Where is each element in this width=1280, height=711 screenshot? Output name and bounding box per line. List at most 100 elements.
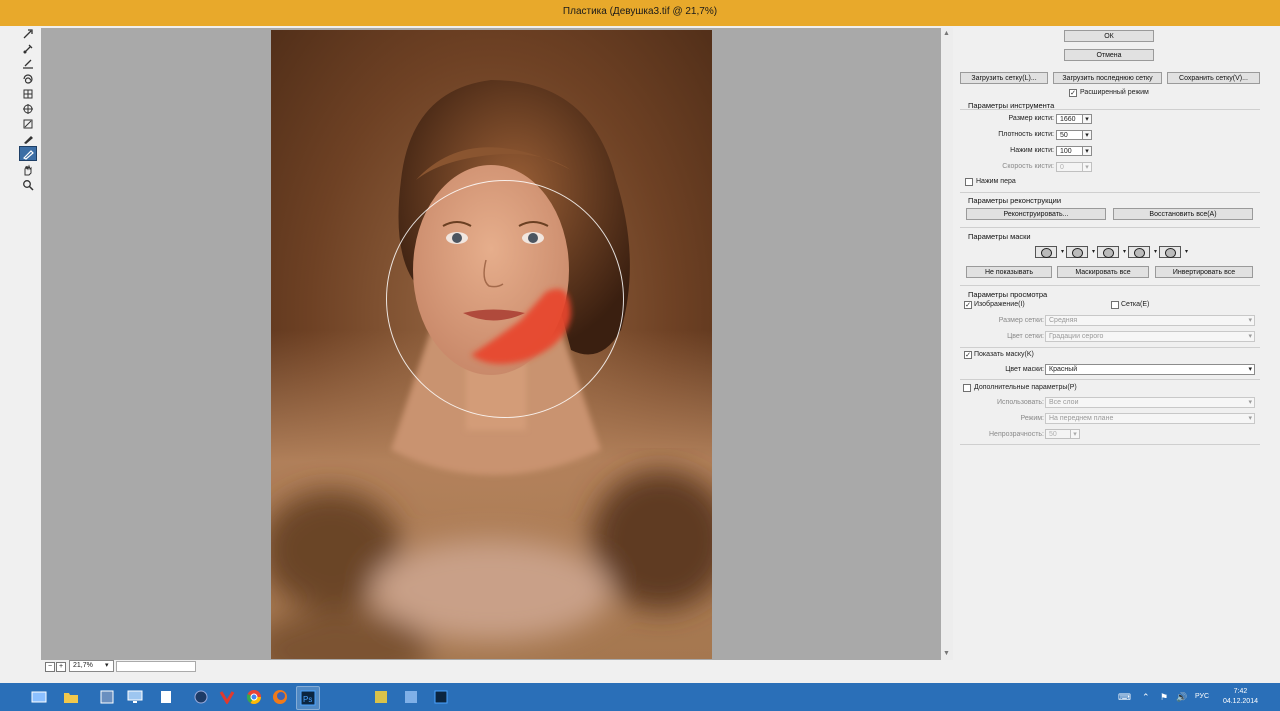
- stylus-pressure-checkbox[interactable]: [965, 178, 973, 186]
- chrome-icon[interactable]: [243, 686, 265, 708]
- brush-pressure-dropdown-icon[interactable]: ▾: [1082, 146, 1092, 156]
- backdrop-opacity-dropdown-icon[interactable]: ▾: [1070, 429, 1080, 439]
- forward-warp-tool-icon[interactable]: [19, 26, 37, 41]
- flag-icon[interactable]: ⚑: [1160, 692, 1168, 703]
- restore-all-button[interactable]: Восстановить все(A): [1113, 208, 1253, 220]
- zoom-out-button[interactable]: −: [45, 662, 55, 672]
- pinned-photoshop-icon[interactable]: [430, 686, 452, 708]
- advanced-mode-checkbox[interactable]: ✓: [1069, 89, 1077, 97]
- window-titlebar: Пластика (Девушка3.tif @ 21,7%): [0, 0, 1280, 27]
- twirl-clockwise-tool-icon[interactable]: [19, 71, 37, 86]
- monitor-app-icon[interactable]: [124, 686, 146, 708]
- volume-icon[interactable]: 🔊: [1176, 692, 1187, 703]
- brush-pressure-field[interactable]: 100: [1056, 146, 1084, 156]
- brush-size-field[interactable]: 1660: [1056, 114, 1084, 124]
- replace-selection-icon[interactable]: ▾: [1035, 246, 1064, 258]
- network-app-icon[interactable]: [96, 686, 118, 708]
- window-title: Пластика (Девушка3.tif @ 21,7%): [562, 6, 718, 17]
- brush-density-field[interactable]: 50: [1056, 130, 1084, 140]
- save-mesh-button[interactable]: Сохранить сетку(V)...: [1167, 72, 1260, 84]
- hand-tool-icon[interactable]: [19, 162, 37, 177]
- show-image-checkbox[interactable]: ✓: [964, 301, 972, 309]
- zoom-tool-icon[interactable]: [19, 177, 37, 192]
- language-indicator[interactable]: РУС: [1195, 693, 1209, 700]
- add-to-selection-icon[interactable]: ▾: [1066, 246, 1095, 258]
- tray-expand-icon[interactable]: ⌃: [1142, 692, 1150, 703]
- divider: [960, 379, 1260, 380]
- keyboard-icon[interactable]: ⌨: [1118, 692, 1131, 703]
- mesh-size-select[interactable]: Средняя ▾: [1045, 315, 1255, 326]
- brush-rate-field[interactable]: 0: [1056, 162, 1084, 172]
- smooth-tool-icon[interactable]: [19, 56, 37, 71]
- backdrop-opacity-field[interactable]: 50: [1045, 429, 1073, 439]
- mesh-size-value: Средняя: [1049, 317, 1078, 324]
- ok-button[interactable]: ОК: [1064, 30, 1154, 42]
- brush-size-dropdown-icon[interactable]: ▾: [1082, 114, 1092, 124]
- reconstruct-button[interactable]: Реконструировать...: [966, 208, 1106, 220]
- cancel-button[interactable]: Отмена: [1064, 49, 1154, 61]
- brush-size-label: Размер кисти:: [1008, 115, 1054, 122]
- zoom-in-button[interactable]: +: [56, 662, 66, 672]
- reconstruct-options-heading: Параметры реконструкции: [968, 196, 1062, 205]
- system-clock[interactable]: 7:42 04.12.2014: [1223, 687, 1258, 707]
- pinned-app-2-icon[interactable]: [400, 686, 422, 708]
- backdrop-use-value: Все слои: [1049, 399, 1079, 406]
- reconstruct-tool-icon[interactable]: [19, 41, 37, 56]
- show-mask-checkbox[interactable]: ✓: [964, 351, 972, 359]
- bloat-tool-icon[interactable]: [19, 101, 37, 116]
- mask-color-value: Красный: [1049, 366, 1078, 373]
- none-mask-button[interactable]: Не показывать: [966, 266, 1052, 278]
- pucker-tool-icon[interactable]: [19, 86, 37, 101]
- backdrop-options-checkbox[interactable]: [963, 384, 971, 392]
- divider: [960, 347, 1260, 348]
- scroll-up-arrow-icon[interactable]: ▲: [943, 30, 951, 38]
- brush-density-dropdown-icon[interactable]: ▾: [1082, 130, 1092, 140]
- zoom-dropdown-icon[interactable]: ▾: [105, 661, 113, 670]
- backdrop-opacity-label: Непрозрачность:: [989, 431, 1044, 438]
- mask-color-select[interactable]: Красный ▾: [1045, 364, 1255, 375]
- freeze-mask-tool-icon[interactable]: [19, 131, 37, 146]
- svg-text:Ps: Ps: [303, 695, 312, 704]
- media-app-icon[interactable]: [190, 686, 212, 708]
- firefox-icon[interactable]: [269, 686, 291, 708]
- mesh-size-label: Размер сетки:: [998, 317, 1044, 324]
- invert-selection-icon[interactable]: ▾: [1159, 246, 1188, 258]
- divider: [960, 285, 1260, 286]
- load-last-mesh-button[interactable]: Загрузить последнюю сетку: [1053, 72, 1162, 84]
- brush-rate-dropdown-icon[interactable]: ▾: [1082, 162, 1092, 172]
- mask-options-heading: Параметры маски: [968, 232, 1031, 241]
- backdrop-mode-label: Режим:: [1020, 415, 1044, 422]
- mask-color-label: Цвет маски:: [1005, 366, 1044, 373]
- show-mask-label: Показать маску(K): [974, 351, 1034, 358]
- subtract-from-selection-icon[interactable]: ▾: [1097, 246, 1126, 258]
- mesh-color-label: Цвет сетки:: [1007, 333, 1044, 340]
- vertical-scrollbar[interactable]: ▲ ▼: [941, 28, 953, 660]
- advanced-mode-label: Расширенный режим: [1080, 89, 1149, 96]
- push-left-tool-icon[interactable]: [19, 116, 37, 131]
- intersect-with-selection-icon[interactable]: ▾: [1128, 246, 1157, 258]
- photoshop-icon[interactable]: Ps: [296, 686, 320, 710]
- windows-taskbar: Ps ⌨ ⌃ ⚑ 🔊 РУС 7:42 04.12.2014: [0, 683, 1280, 711]
- mesh-color-select[interactable]: Градации серого ▾: [1045, 331, 1255, 342]
- view-options-heading: Параметры просмотра: [968, 290, 1048, 299]
- video-app-icon[interactable]: [216, 686, 238, 708]
- scroll-down-arrow-icon[interactable]: ▼: [943, 650, 951, 658]
- clock-time: 7:42: [1233, 688, 1248, 695]
- documents-icon[interactable]: [155, 686, 177, 708]
- backdrop-use-label: Использовать:: [997, 399, 1044, 406]
- mask-all-button[interactable]: Маскировать все: [1057, 266, 1149, 278]
- load-mesh-button[interactable]: Загрузить сетку(L)...: [960, 72, 1048, 84]
- thaw-mask-tool-icon[interactable]: [19, 146, 37, 161]
- horizontal-scrollbar[interactable]: [116, 661, 196, 672]
- backdrop-mode-select[interactable]: На переднем плане ▾: [1045, 413, 1255, 424]
- brush-rate-label: Скорость кисти:: [1002, 163, 1054, 170]
- brush-pressure-label: Нажим кисти:: [1010, 147, 1054, 154]
- brush-density-label: Плотность кисти:: [998, 131, 1054, 138]
- stylus-pressure-label: Нажим пера: [976, 178, 1016, 185]
- pinned-app-1-icon[interactable]: [370, 686, 392, 708]
- show-desktop-icon[interactable]: [28, 686, 50, 708]
- file-explorer-icon[interactable]: [60, 686, 82, 708]
- show-mesh-checkbox[interactable]: [1111, 301, 1119, 309]
- invert-all-button[interactable]: Инвертировать все: [1155, 266, 1253, 278]
- backdrop-use-select[interactable]: Все слои ▾: [1045, 397, 1255, 408]
